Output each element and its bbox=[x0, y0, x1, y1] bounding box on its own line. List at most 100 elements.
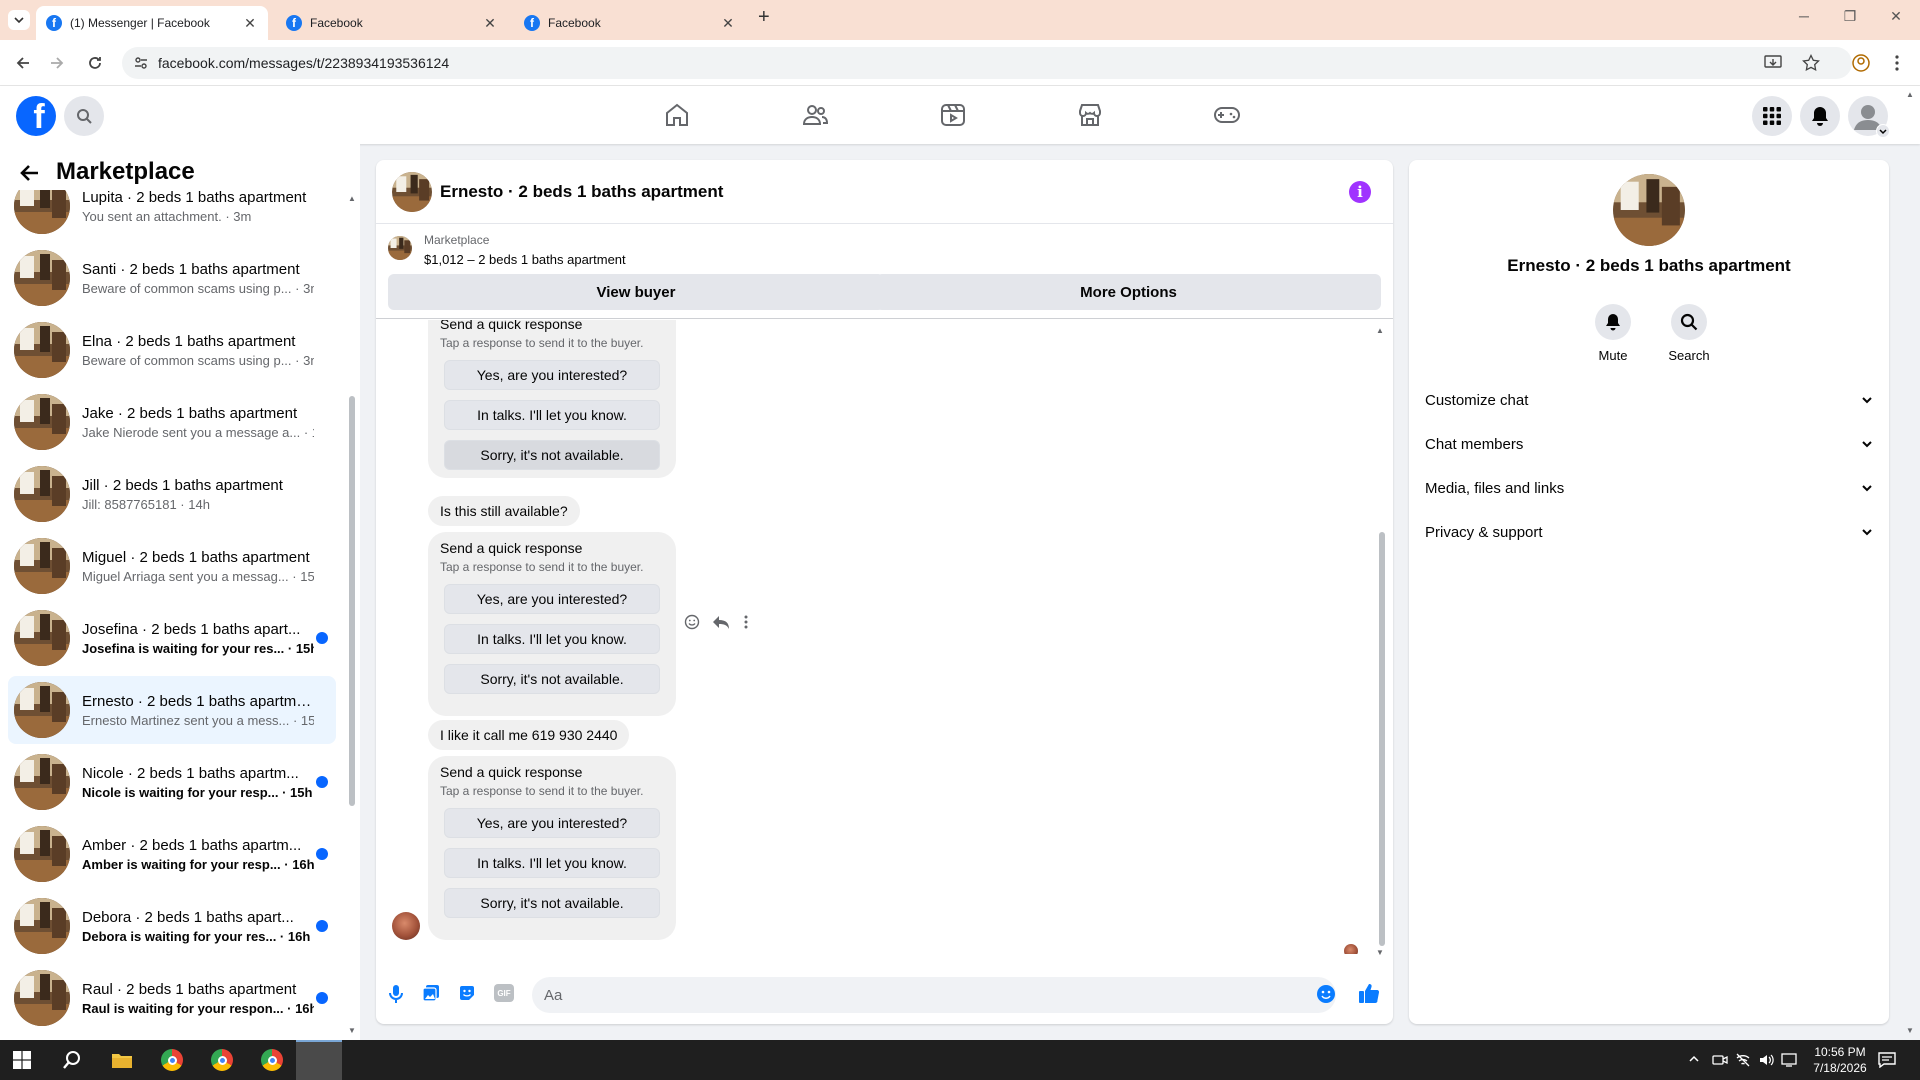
meet-now-icon[interactable] bbox=[1712, 1052, 1728, 1068]
page-scroll-up-arrow[interactable]: ▲ bbox=[1906, 90, 1914, 99]
conversation-item[interactable]: Amber · 2 beds 1 baths apartm... Amber is… bbox=[8, 820, 336, 888]
conversation-item[interactable]: Ernesto · 2 beds 1 baths apartme... Ernes… bbox=[8, 676, 336, 744]
active-app-button[interactable] bbox=[296, 1040, 342, 1080]
reply-icon[interactable] bbox=[712, 614, 730, 630]
quick-response-not-available[interactable]: Sorry, it's not available. bbox=[444, 888, 660, 918]
conversation-item[interactable]: Jake · 2 beds 1 baths apartment Jake Nier… bbox=[8, 388, 336, 456]
section-customize-chat[interactable]: Customize chat bbox=[1425, 380, 1873, 420]
account-chevron-icon[interactable] bbox=[1876, 124, 1890, 138]
home-icon[interactable] bbox=[662, 100, 692, 130]
restore-button[interactable]: ❐ bbox=[1838, 8, 1862, 25]
gaming-icon[interactable] bbox=[1212, 100, 1242, 130]
quick-response-yes[interactable]: Yes, are you interested? bbox=[444, 360, 660, 390]
notifications-button[interactable] bbox=[1800, 96, 1840, 136]
display-icon[interactable] bbox=[1781, 1052, 1797, 1068]
address-bar[interactable]: facebook.com/messages/t/2238934193536124 bbox=[122, 47, 1852, 79]
new-tab-button[interactable]: + bbox=[758, 6, 770, 29]
minimize-button[interactable]: ─ bbox=[1792, 8, 1816, 24]
conversation-item[interactable]: Miguel · 2 beds 1 baths apartment Miguel … bbox=[8, 532, 336, 600]
thread-scrollbar[interactable] bbox=[1379, 532, 1385, 946]
bookmark-star-icon[interactable] bbox=[1802, 54, 1820, 72]
clock[interactable]: 10:56 PM 7/18/2026 bbox=[1800, 1044, 1880, 1076]
gif-icon[interactable]: GIF bbox=[494, 984, 514, 1002]
site-info-icon[interactable] bbox=[134, 56, 148, 70]
conversation-item[interactable]: Santi · 2 beds 1 baths apartment Beware o… bbox=[8, 244, 336, 312]
sender-avatar[interactable] bbox=[392, 912, 420, 940]
react-emoji-icon[interactable] bbox=[684, 614, 700, 630]
section-media-files-links[interactable]: Media, files and links bbox=[1425, 468, 1873, 508]
more-actions-icon[interactable] bbox=[744, 614, 748, 630]
section-chat-members[interactable]: Chat members bbox=[1425, 424, 1873, 464]
emoji-icon[interactable] bbox=[1316, 984, 1336, 1004]
chat-title[interactable]: Ernesto · 2 beds 1 baths apartment bbox=[440, 182, 723, 202]
quick-response-in-talks[interactable]: In talks. I'll let you know. bbox=[444, 624, 660, 654]
volume-icon[interactable] bbox=[1758, 1052, 1774, 1068]
back-arrow-button[interactable] bbox=[18, 161, 44, 187]
reload-button[interactable] bbox=[84, 52, 106, 74]
thread-scroll-down-arrow[interactable]: ▼ bbox=[1376, 948, 1384, 957]
list-scrollbar[interactable] bbox=[349, 396, 355, 806]
section-privacy-support[interactable]: Privacy & support bbox=[1425, 512, 1873, 552]
install-app-icon[interactable] bbox=[1764, 55, 1782, 71]
profile-button[interactable] bbox=[1850, 52, 1872, 74]
close-window-button[interactable]: ✕ bbox=[1884, 8, 1908, 25]
info-button[interactable]: i bbox=[1349, 181, 1371, 203]
chat-listing-avatar[interactable] bbox=[392, 172, 432, 212]
tab-close-icon[interactable]: ✕ bbox=[482, 15, 498, 32]
browser-tab-messenger[interactable]: f (1) Messenger | Facebook ✕ bbox=[36, 6, 268, 40]
browser-tab-facebook-1[interactable]: f Facebook ✕ bbox=[276, 6, 508, 40]
search-button[interactable] bbox=[64, 96, 104, 136]
thumbs-up-icon[interactable] bbox=[1358, 982, 1380, 1004]
video-icon[interactable] bbox=[938, 100, 968, 130]
tab-close-icon[interactable]: ✕ bbox=[242, 15, 258, 32]
file-explorer-button[interactable] bbox=[102, 1045, 142, 1075]
quick-response-yes[interactable]: Yes, are you interested? bbox=[444, 584, 660, 614]
listing-title[interactable]: $1,012 – 2 beds 1 baths apartment bbox=[424, 252, 626, 267]
message-input[interactable]: Aa bbox=[532, 977, 1336, 1013]
incoming-message[interactable]: Is this still available? bbox=[428, 496, 580, 526]
tab-search-button[interactable] bbox=[8, 10, 30, 30]
start-button[interactable] bbox=[2, 1045, 42, 1075]
chrome-button-3[interactable] bbox=[252, 1045, 292, 1075]
mute-button[interactable]: Mute bbox=[1593, 304, 1633, 363]
search-in-chat-button[interactable]: Search bbox=[1665, 304, 1713, 363]
scroll-down-arrow[interactable]: ▼ bbox=[348, 1026, 356, 1035]
conversation-item[interactable]: Raul · 2 beds 1 baths apartment Raul is w… bbox=[8, 964, 336, 1032]
incoming-message[interactable]: I like it call me 619 930 2440 bbox=[428, 720, 630, 750]
more-options-button[interactable]: More Options bbox=[876, 274, 1381, 310]
quick-response-in-talks[interactable]: In talks. I'll let you know. bbox=[444, 848, 660, 878]
friends-icon[interactable] bbox=[800, 100, 830, 130]
chat-info-avatar[interactable] bbox=[1613, 174, 1685, 246]
tray-chevron-up-icon[interactable] bbox=[1688, 1053, 1700, 1065]
marketplace-icon[interactable] bbox=[1075, 100, 1105, 130]
network-off-icon[interactable] bbox=[1735, 1052, 1751, 1068]
chrome-button-1[interactable] bbox=[152, 1045, 192, 1075]
browser-menu-button[interactable] bbox=[1886, 52, 1908, 74]
quick-response-not-available[interactable]: Sorry, it's not available. bbox=[444, 440, 660, 470]
quick-response-yes[interactable]: Yes, are you interested? bbox=[444, 808, 660, 838]
browser-tab-facebook-2[interactable]: f Facebook ✕ bbox=[514, 6, 746, 40]
conversation-item[interactable]: Jill · 2 beds 1 baths apartment Jill: 858… bbox=[8, 460, 336, 528]
conversation-item[interactable]: Nicole · 2 beds 1 baths apartm... Nicole … bbox=[8, 748, 336, 816]
thread-scroll-up-arrow[interactable]: ▲ bbox=[1376, 326, 1384, 335]
back-button[interactable] bbox=[12, 52, 34, 74]
tab-close-icon[interactable]: ✕ bbox=[720, 15, 736, 32]
view-buyer-button[interactable]: View buyer bbox=[388, 274, 884, 310]
conversation-item[interactable]: Josefina · 2 beds 1 baths apart... Josefi… bbox=[8, 604, 336, 672]
page-scroll-down-arrow[interactable]: ▼ bbox=[1906, 1026, 1914, 1035]
forward-button[interactable] bbox=[46, 52, 68, 74]
conversation-item[interactable]: Lupita · 2 beds 1 baths apartment You sen… bbox=[8, 190, 336, 240]
conversation-item[interactable]: Elna · 2 beds 1 baths apartment Beware of… bbox=[8, 316, 336, 384]
listing-thumbnail[interactable] bbox=[388, 236, 412, 260]
taskbar-search-button[interactable] bbox=[52, 1045, 92, 1075]
notification-center-icon[interactable] bbox=[1878, 1052, 1896, 1068]
chrome-button-2[interactable] bbox=[202, 1045, 242, 1075]
scroll-up-arrow[interactable]: ▲ bbox=[348, 194, 356, 203]
microphone-icon[interactable] bbox=[388, 984, 404, 1004]
photo-icon[interactable] bbox=[422, 984, 440, 1002]
quick-response-not-available[interactable]: Sorry, it's not available. bbox=[444, 664, 660, 694]
facebook-logo[interactable]: f bbox=[16, 96, 56, 136]
sticker-icon[interactable] bbox=[458, 984, 476, 1002]
conversation-item[interactable]: Debora · 2 beds 1 baths apart... Debora i… bbox=[8, 892, 336, 960]
quick-response-in-talks[interactable]: In talks. I'll let you know. bbox=[444, 400, 660, 430]
